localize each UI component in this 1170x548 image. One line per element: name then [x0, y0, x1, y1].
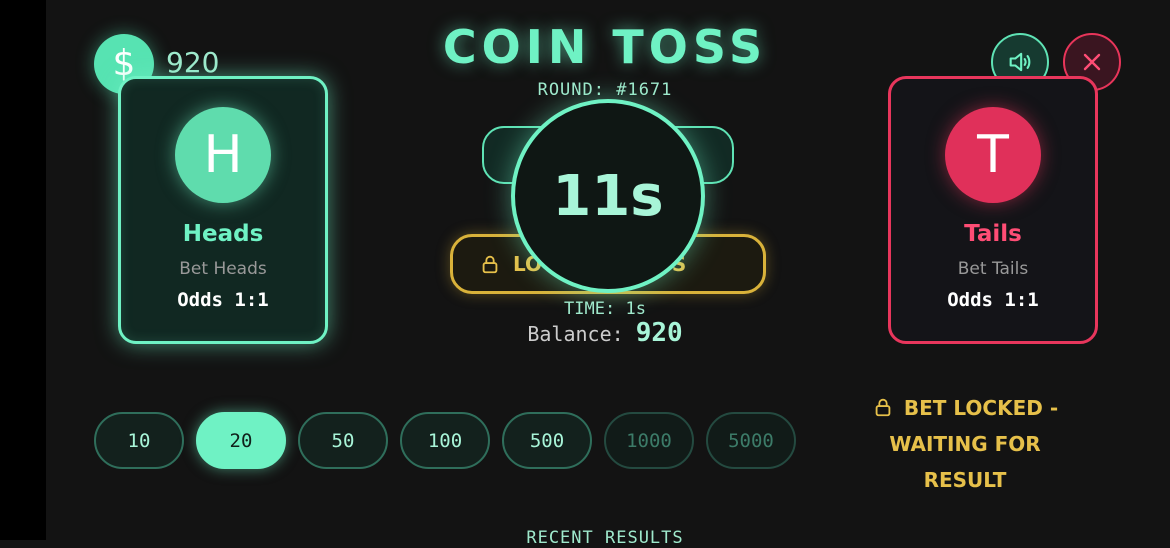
- lock-icon: [482, 255, 498, 274]
- tails-bet-label: Bet Tails: [957, 259, 1029, 279]
- status-line-3: RESULT: [923, 468, 1007, 492]
- status-line-1: BET LOCKED -: [903, 396, 1059, 420]
- speaker-icon: [1009, 52, 1031, 72]
- heads-bet-card[interactable]: H Heads Bet Heads Odds 1:1: [118, 76, 328, 344]
- top-balance: 920: [166, 46, 220, 79]
- balance-value: 920: [635, 318, 683, 348]
- chip-1000[interactable]: 1000: [604, 412, 694, 469]
- heads-avatar: H: [175, 107, 271, 203]
- heads-bet-label: Bet Heads: [179, 259, 267, 279]
- close-icon: [1083, 53, 1101, 71]
- chip-50[interactable]: 50: [298, 412, 388, 469]
- tails-odds: Odds 1:1: [947, 289, 1039, 311]
- tails-avatar: T: [945, 107, 1041, 203]
- time-readout: TIME: 1s: [564, 299, 646, 319]
- chip-500[interactable]: 500: [502, 412, 592, 469]
- chip-5000[interactable]: 5000: [706, 412, 796, 469]
- tails-bet-card[interactable]: T Tails Bet Tails Odds 1:1: [888, 76, 1098, 344]
- chip-10[interactable]: 10: [94, 412, 184, 469]
- balance-readout: Balance: 920: [455, 318, 755, 348]
- bet-status: BET LOCKED - WAITING FOR RESULT: [860, 390, 1070, 498]
- countdown-timer: 11s: [511, 99, 705, 293]
- game-title: COIN TOSS: [442, 20, 768, 74]
- tails-label: Tails: [964, 221, 1022, 247]
- heads-odds: Odds 1:1: [177, 289, 269, 311]
- recent-results-heading: RECENT RESULTS: [526, 528, 684, 548]
- round-number: ROUND: #1671: [537, 80, 673, 100]
- lock-icon: [875, 398, 891, 417]
- heads-label: Heads: [182, 221, 264, 247]
- status-line-2: WAITING FOR: [889, 432, 1041, 456]
- chip-20[interactable]: 20: [196, 412, 286, 469]
- chip-100[interactable]: 100: [400, 412, 490, 469]
- balance-label: Balance:: [527, 322, 624, 346]
- left-edge: [0, 0, 46, 540]
